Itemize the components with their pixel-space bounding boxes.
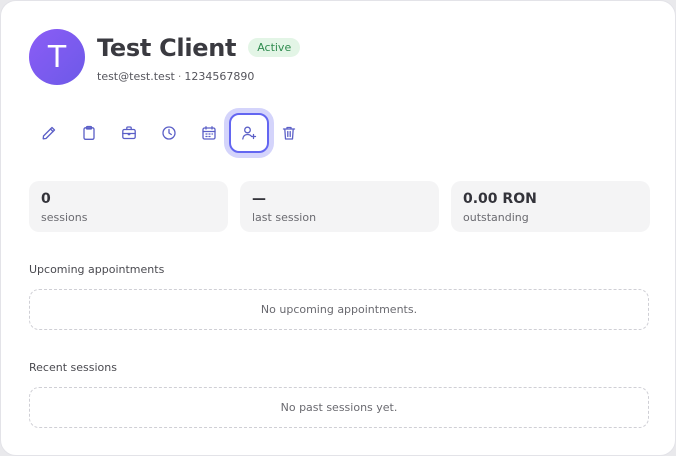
clipboard-icon: [83, 125, 95, 140]
recent-title: Recent sessions: [29, 361, 117, 374]
briefcase-icon: [122, 126, 136, 140]
client-contact: test@test.test · 1234567890: [97, 70, 300, 83]
stat-outstanding: 0.00 RON outstanding: [451, 181, 650, 232]
pencil-icon: [42, 126, 56, 140]
calendar-icon: [202, 126, 216, 140]
stat-sessions: 0 sessions: [29, 181, 228, 232]
clock-icon: [162, 126, 176, 140]
stat-value: —: [252, 191, 266, 207]
edit-button[interactable]: [29, 113, 69, 153]
stats-row: 0 sessions — last session 0.00 RON outst…: [29, 181, 650, 232]
stat-value: 0: [41, 191, 51, 207]
avatar: T: [29, 29, 85, 85]
action-toolbar: [29, 113, 309, 153]
client-card: T Test Client Active test@test.test · 1234…: [0, 0, 676, 456]
history-button[interactable]: [149, 113, 189, 153]
upcoming-empty-state: No upcoming appointments.: [29, 289, 649, 330]
stat-label: last session: [252, 211, 317, 224]
stat-label: outstanding: [463, 211, 529, 224]
client-email: test@test.test: [97, 69, 175, 83]
contact-separator: ·: [177, 69, 182, 83]
stat-last-session: — last session: [240, 181, 439, 232]
stat-label: sessions: [41, 211, 88, 224]
name-row: Test Client Active: [97, 32, 301, 64]
client-name: Test Client: [97, 33, 237, 62]
stat-value: 0.00 RON: [463, 191, 537, 207]
client-phone: 1234567890: [184, 69, 255, 83]
user-plus-icon: [242, 126, 257, 140]
client-identity: Test Client Active test@test.test · 123456…: [97, 32, 301, 83]
add-user-button[interactable]: [229, 113, 269, 153]
schedule-button[interactable]: [189, 113, 229, 153]
recent-empty-state: No past sessions yet.: [29, 387, 649, 428]
work-button[interactable]: [109, 113, 149, 153]
delete-button[interactable]: [269, 113, 309, 153]
trash-icon: [282, 126, 296, 140]
client-header: T Test Client Active test@test.test · 1234…: [29, 29, 301, 85]
upcoming-title: Upcoming appointments: [29, 263, 165, 276]
notes-button[interactable]: [69, 113, 109, 153]
status-badge: Active: [248, 38, 301, 57]
